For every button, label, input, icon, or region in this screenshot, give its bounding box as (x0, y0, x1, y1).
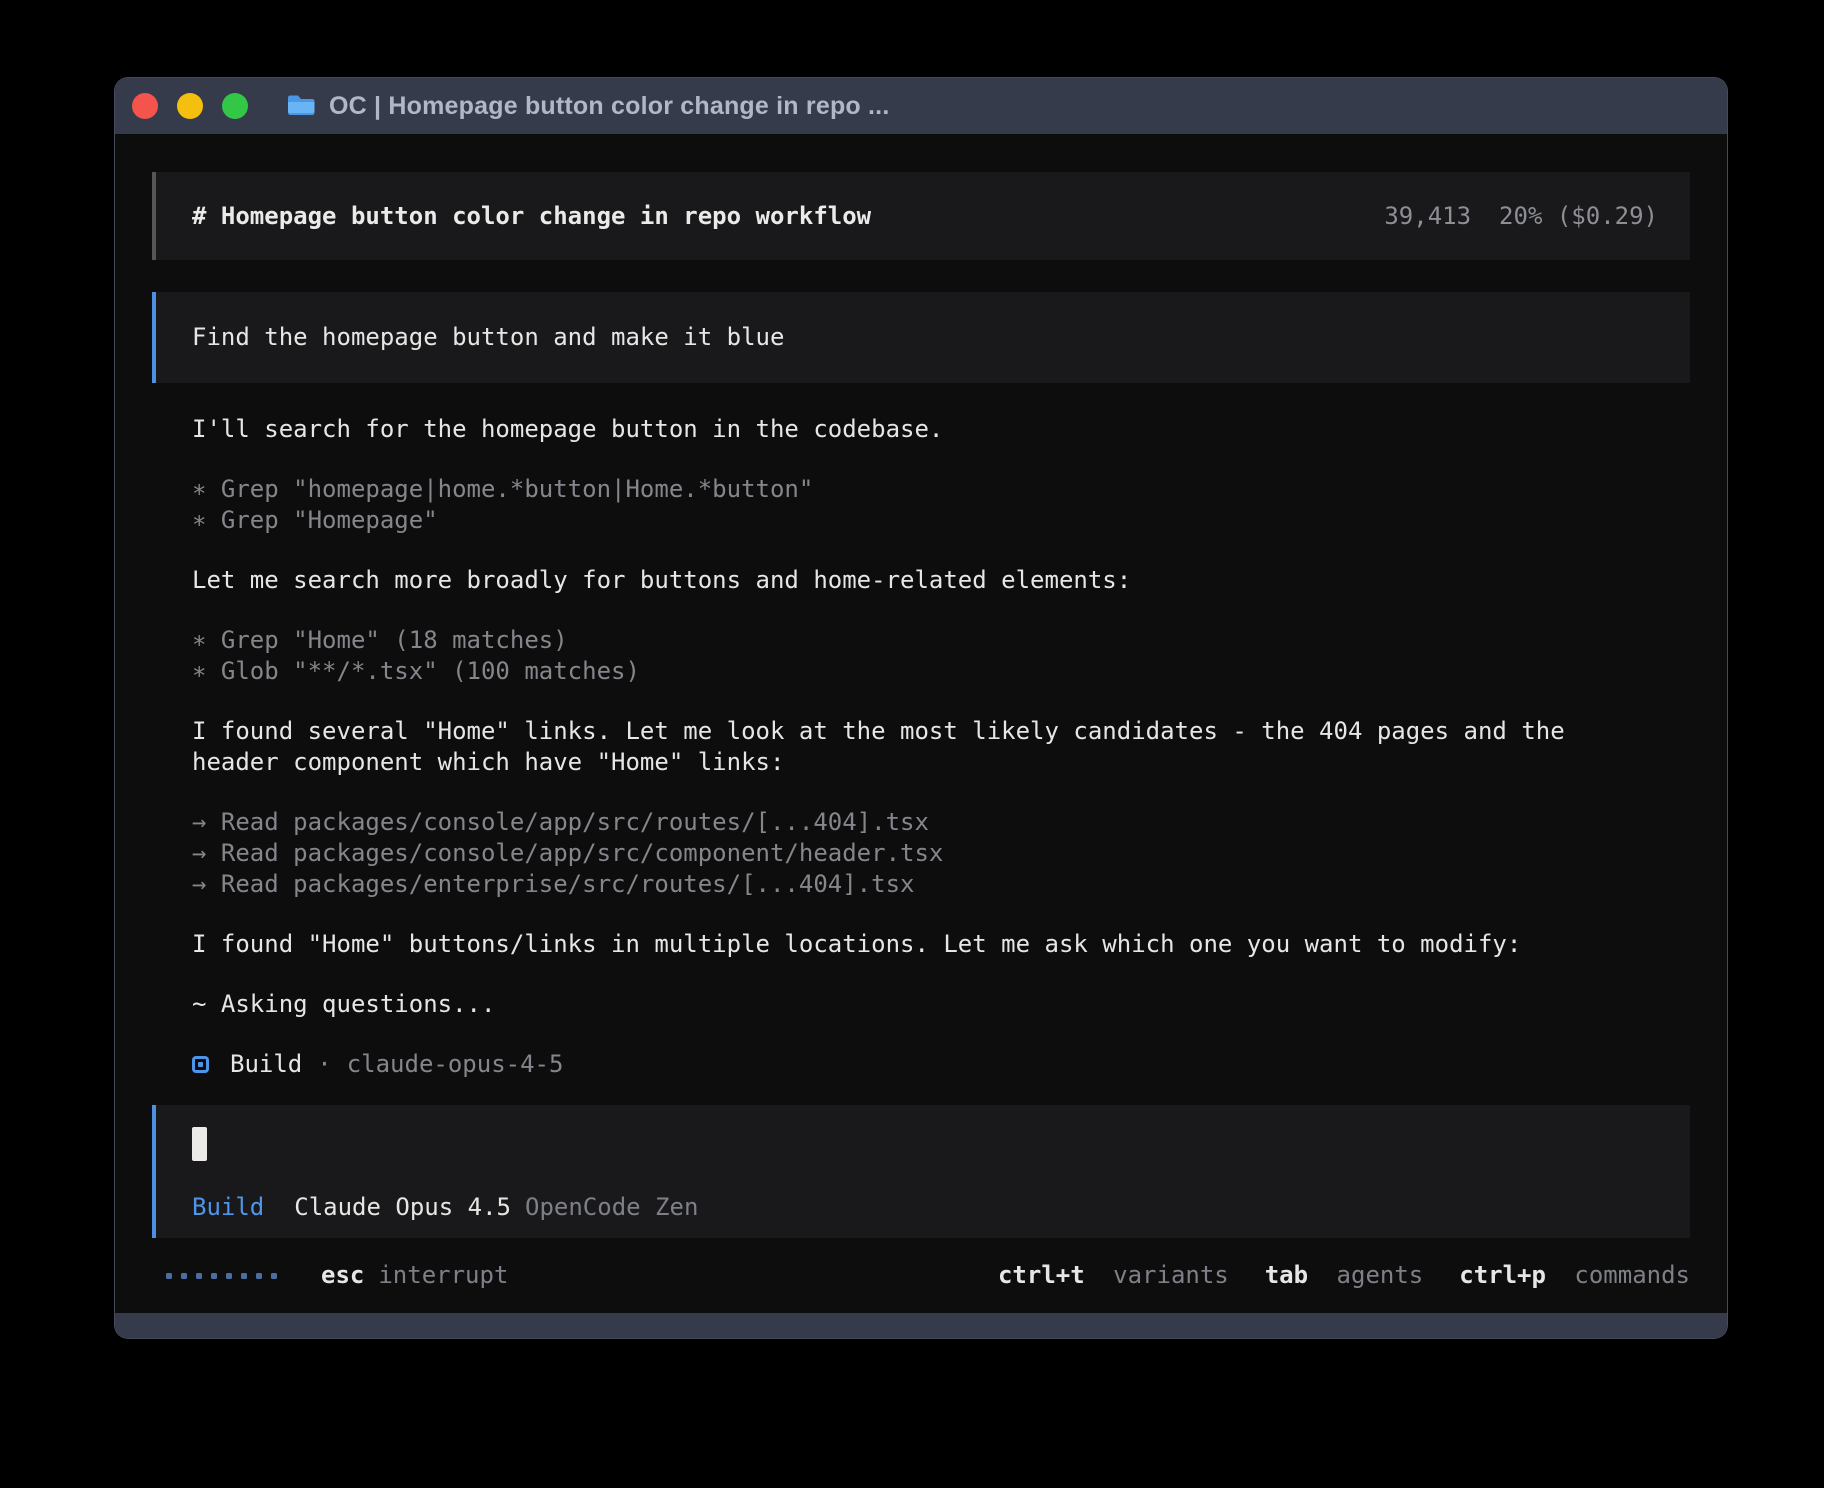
model-provider-label: OpenCode Zen (525, 1192, 698, 1223)
keyboard-shortcuts: ctrl+t variants tab agents ctrl+p comman… (962, 1260, 1690, 1291)
status-bar-left: esc interrupt (152, 1260, 508, 1291)
prompt-input[interactable]: Build Claude Opus 4.5 OpenCode Zen (152, 1105, 1690, 1238)
minimize-button[interactable] (177, 93, 203, 119)
folder-icon (285, 92, 317, 120)
text-cursor (192, 1127, 207, 1161)
active-agent-label: Build (192, 1192, 264, 1223)
interrupt-key: esc (321, 1260, 364, 1291)
input-status-line: Build Claude Opus 4.5 OpenCode Zen (192, 1192, 1654, 1223)
spinner-dot (181, 1273, 187, 1279)
agent-separator: · (317, 1049, 331, 1080)
terminal-window: OC | Homepage button color change in rep… (115, 78, 1727, 1338)
window-titlebar[interactable]: OC | Homepage button color change in rep… (115, 78, 1727, 134)
close-button[interactable] (132, 93, 158, 119)
shortcut-commands-label: commands (1574, 1261, 1690, 1289)
tool-call-grep-3: ∗ Grep "Home" (18 matches) (192, 625, 1690, 656)
tool-call-group-2: ∗ Grep "Home" (18 matches) ∗ Glob "**/*.… (192, 625, 1690, 687)
spinner-dot (196, 1273, 202, 1279)
active-model-label: Claude Opus 4.5 (294, 1192, 511, 1223)
spinner-dot (241, 1273, 247, 1279)
assistant-status-asking: ~ Asking questions... (192, 989, 1690, 1020)
shortcut-variants-label: variants (1113, 1261, 1229, 1289)
tool-call-read-1: → Read packages/console/app/src/routes/[… (192, 807, 1690, 838)
traffic-lights (132, 93, 248, 119)
tool-call-grep-1: ∗ Grep "homepage|home.*button|Home.*butt… (192, 474, 1690, 505)
tool-call-read-2: → Read packages/console/app/src/componen… (192, 838, 1690, 869)
session-header: # Homepage button color change in repo w… (152, 172, 1690, 260)
status-bar: esc interrupt ctrl+t variants tab agents… (152, 1260, 1690, 1291)
session-stats: 39,413 20% ($0.29) (1384, 201, 1658, 232)
window-title: OC | Homepage button color change in rep… (329, 92, 889, 121)
agent-icon (192, 1056, 209, 1073)
candidates-line-1: I found several "Home" links. Let me loo… (192, 716, 1690, 747)
spinner-dots (166, 1273, 277, 1279)
tool-call-group-reads: → Read packages/console/app/src/routes/[… (192, 807, 1690, 900)
assistant-text-candidates: I found several "Home" links. Let me loo… (192, 716, 1690, 778)
tool-call-grep-2: ∗ Grep "Homepage" (192, 505, 1690, 536)
tool-call-group-1: ∗ Grep "homepage|home.*button|Home.*butt… (192, 474, 1690, 536)
interrupt-label: interrupt (378, 1260, 508, 1291)
tool-call-read-3: → Read packages/enterprise/src/routes/[.… (192, 869, 1690, 900)
spinner-dot (271, 1273, 277, 1279)
agent-model: claude-opus-4-5 (347, 1049, 564, 1080)
terminal-content: # Homepage button color change in repo w… (115, 134, 1727, 1313)
shortcut-commands: ctrl+p commands (1459, 1260, 1690, 1291)
shortcut-agents-key: tab (1265, 1261, 1308, 1289)
spinner-dot (166, 1273, 172, 1279)
shortcut-agents-label: agents (1337, 1261, 1424, 1289)
spinner-dot (211, 1273, 217, 1279)
session-title: # Homepage button color change in repo w… (192, 201, 871, 232)
assistant-text-broader: Let me search more broadly for buttons a… (192, 565, 1690, 596)
assistant-text-ask: I found "Home" buttons/links in multiple… (192, 929, 1690, 960)
user-message-text: Find the homepage button and make it blu… (192, 322, 784, 353)
spinner-dot (226, 1273, 232, 1279)
agent-name: Build (230, 1049, 302, 1080)
user-message-block: Find the homepage button and make it blu… (152, 292, 1690, 383)
token-count: 39,413 (1384, 201, 1471, 232)
shortcut-commands-key: ctrl+p (1459, 1261, 1546, 1289)
window-bottom-edge (115, 1313, 1727, 1338)
assistant-text-intro: I'll search for the homepage button in t… (192, 414, 1690, 445)
tool-call-glob: ∗ Glob "**/*.tsx" (100 matches) (192, 656, 1690, 687)
fullscreen-button[interactable] (222, 93, 248, 119)
spinner-dot (256, 1273, 262, 1279)
shortcut-variants: ctrl+t variants (998, 1260, 1229, 1291)
candidates-line-2: header component which have "Home" links… (192, 747, 1690, 778)
shortcut-variants-key: ctrl+t (998, 1261, 1085, 1289)
agent-status-row: Build · claude-opus-4-5 (192, 1049, 1690, 1080)
shortcut-agents: tab agents (1265, 1260, 1424, 1291)
context-percent-cost: 20% ($0.29) (1499, 201, 1658, 232)
